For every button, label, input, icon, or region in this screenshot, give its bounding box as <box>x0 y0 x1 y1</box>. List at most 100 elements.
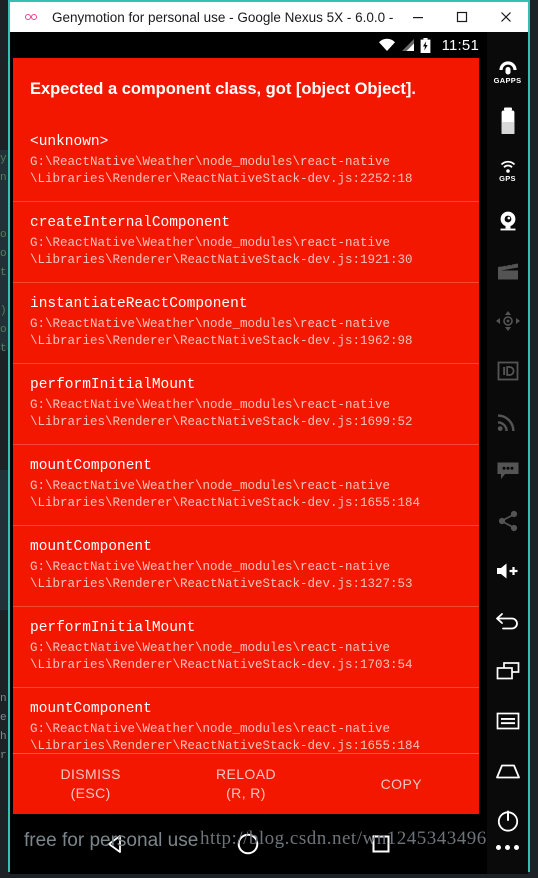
dpad-button[interactable] <box>487 296 528 346</box>
stack-frame-list: <unknown> G:\ReactNative\Weather\node_mo… <box>13 121 479 753</box>
gps-icon <box>500 160 515 173</box>
stack-frame-method: createInternalComponent <box>30 215 231 231</box>
status-icons: 11:51 <box>378 37 479 54</box>
close-button[interactable] <box>484 2 528 32</box>
maximize-button[interactable] <box>440 2 484 32</box>
recents-button[interactable] <box>369 832 393 856</box>
reload-button[interactable]: RELOAD (R, R) <box>168 765 323 803</box>
genymotion-window: Genymotion for personal use - Google Nex… <box>8 0 530 874</box>
device-area: 11:51 Expected a component class, got [o… <box>10 32 528 874</box>
stack-frame[interactable]: performInitialMount G:\ReactNative\Weath… <box>13 606 479 687</box>
stack-frame-location: G:\ReactNative\Weather\node_modules\reac… <box>30 398 413 429</box>
gapps-label: GAPPS <box>493 75 522 85</box>
sms-bubble-button[interactable] <box>487 446 528 496</box>
copy-windows-icon <box>496 662 519 680</box>
reload-shortcut: (R, R) <box>226 785 266 801</box>
stack-frame-method: performInitialMount <box>30 377 196 393</box>
home-pentagon-icon <box>495 764 520 779</box>
status-clock: 11:51 <box>441 36 479 54</box>
android-screen[interactable]: 11:51 Expected a component class, got [o… <box>10 32 487 874</box>
stack-frame[interactable]: mountComponent G:\ReactNative\Weather\no… <box>13 687 479 753</box>
volume-up-button[interactable] <box>487 546 528 596</box>
genymotion-logo-icon <box>24 11 44 23</box>
camera-icon <box>500 211 515 231</box>
window-title: Genymotion for personal use - Google Nex… <box>52 9 396 25</box>
stack-frame[interactable]: mountComponent G:\ReactNative\Weather\no… <box>13 525 479 606</box>
sms-bubble-icon <box>497 462 518 479</box>
rotate-back-icon <box>495 613 518 630</box>
more-dots-icon[interactable] <box>487 845 528 850</box>
clapperboard-button[interactable] <box>487 246 528 296</box>
stack-frame-location: G:\ReactNative\Weather\node_modules\reac… <box>30 317 413 348</box>
close-icon <box>501 12 511 22</box>
background-band <box>0 470 8 610</box>
battery-widget-icon <box>501 107 514 134</box>
share-button[interactable] <box>487 496 528 546</box>
stack-frame-location: G:\ReactNative\Weather\node_modules\reac… <box>30 155 413 186</box>
redbox-scroll-area[interactable]: Expected a component class, got [object … <box>13 58 479 753</box>
stack-frame-location: G:\ReactNative\Weather\node_modules\reac… <box>30 560 413 591</box>
rotate-back-button[interactable] <box>487 596 528 646</box>
home-circle-icon <box>238 833 259 855</box>
dpad-icon <box>495 311 520 331</box>
stack-frame-location: G:\ReactNative\Weather\node_modules\reac… <box>30 722 421 753</box>
home-pentagon-button[interactable] <box>487 746 528 796</box>
gapps-icon <box>498 60 517 74</box>
menu-lines-icon <box>496 712 519 730</box>
stack-frame-method: <unknown> <box>30 134 109 150</box>
android-status-bar: 11:51 <box>10 32 487 58</box>
stack-frame-method: mountComponent <box>30 458 152 474</box>
redbox-header: Expected a component class, got [object … <box>13 58 479 121</box>
copy-label: COPY <box>380 775 422 792</box>
dismiss-label: DISMISS <box>60 766 121 782</box>
stack-frame-location: G:\ReactNative\Weather\node_modules\reac… <box>30 641 413 672</box>
id-badge-button[interactable] <box>487 346 528 396</box>
back-triangle-icon <box>107 835 121 853</box>
stack-frame-method: mountComponent <box>30 539 152 555</box>
battery-widget-button[interactable] <box>487 96 528 146</box>
clapperboard-icon <box>497 262 518 280</box>
copy-windows-button[interactable] <box>487 646 528 696</box>
back-button[interactable] <box>104 832 128 856</box>
stack-frame-location: G:\ReactNative\Weather\node_modules\reac… <box>30 479 421 510</box>
minimize-icon <box>413 17 423 19</box>
volume-up-icon <box>496 563 517 579</box>
network-signal-icon <box>497 414 515 432</box>
cell-signal-icon <box>401 39 414 51</box>
dismiss-button[interactable]: DISMISS (ESC) <box>13 765 168 803</box>
home-button[interactable] <box>235 831 261 857</box>
minimize-button[interactable] <box>396 2 440 32</box>
gapps-button[interactable]: GAPPS <box>487 46 528 96</box>
stack-frame[interactable]: instantiateReactComponent G:\ReactNative… <box>13 282 479 363</box>
error-message: Expected a component class, got [object … <box>30 80 416 98</box>
power-icon <box>497 810 518 832</box>
stack-frame-method: mountComponent <box>30 701 152 717</box>
gps-label: GPS <box>499 174 516 183</box>
android-navigation-bar <box>10 814 487 874</box>
camera-button[interactable] <box>487 196 528 246</box>
gps-button[interactable]: GPS <box>487 146 528 196</box>
genymotion-toolbar: GAPPS GPS <box>487 32 528 874</box>
window-titlebar: Genymotion for personal use - Google Nex… <box>10 2 528 32</box>
stack-frame[interactable]: <unknown> G:\ReactNative\Weather\node_mo… <box>13 121 479 201</box>
stack-frame-method: performInitialMount <box>30 620 196 636</box>
power-button[interactable] <box>487 796 528 846</box>
copy-button[interactable]: COPY <box>324 775 479 794</box>
stack-frame[interactable]: createInternalComponent G:\ReactNative\W… <box>13 201 479 282</box>
stack-frame-location: G:\ReactNative\Weather\node_modules\reac… <box>30 236 413 267</box>
stack-frame-method: instantiateReactComponent <box>30 296 248 312</box>
menu-lines-button[interactable] <box>487 696 528 746</box>
id-badge-icon <box>497 361 518 381</box>
redbox-error-overlay: Expected a component class, got [object … <box>13 58 479 814</box>
battery-charging-icon <box>420 37 430 53</box>
wifi-icon <box>378 38 395 51</box>
redbox-action-bar: DISMISS (ESC) RELOAD (R, R) COPY <box>13 753 479 814</box>
dismiss-shortcut: (ESC) <box>70 785 111 801</box>
stack-frame[interactable]: mountComponent G:\ReactNative\Weather\no… <box>13 444 479 525</box>
maximize-icon <box>456 11 468 23</box>
network-signal-button[interactable] <box>487 396 528 446</box>
stack-frame[interactable]: performInitialMount G:\ReactNative\Weath… <box>13 363 479 444</box>
share-icon <box>498 510 517 532</box>
recents-square-icon <box>372 835 390 853</box>
reload-label: RELOAD <box>216 766 276 782</box>
